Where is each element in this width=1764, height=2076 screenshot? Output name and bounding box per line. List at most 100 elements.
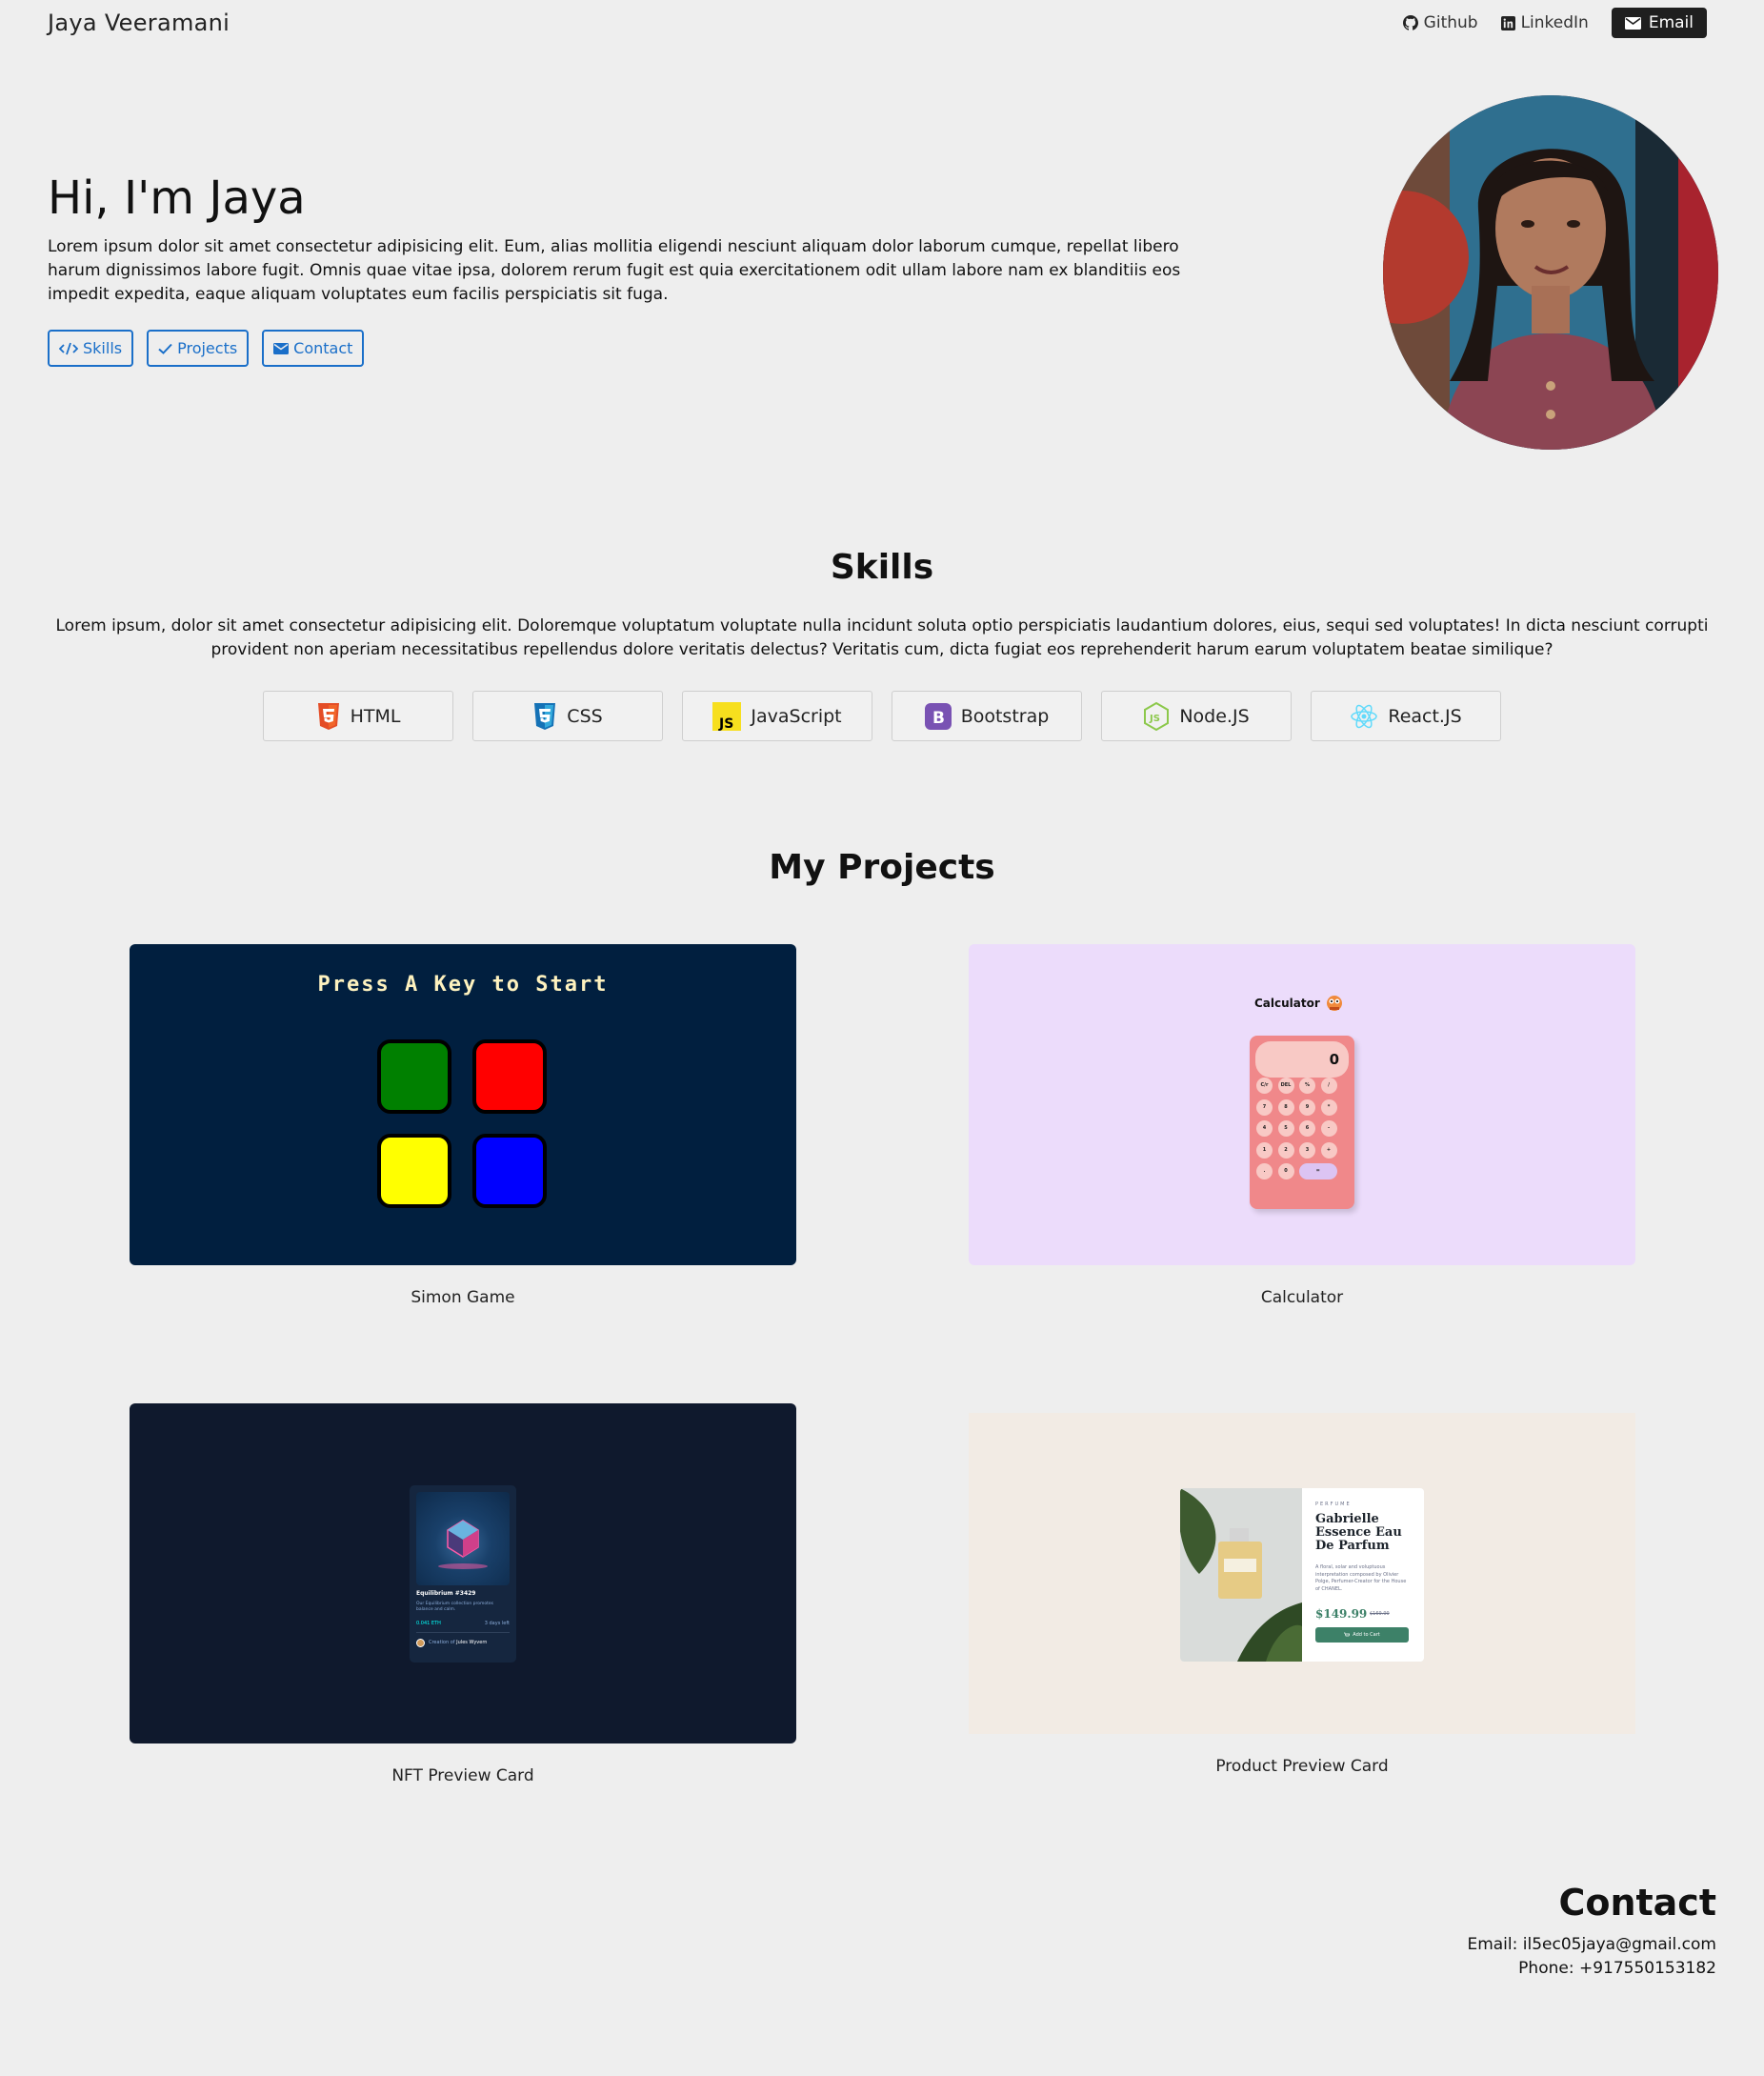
skill-reactjs[interactable]: React.JS (1311, 691, 1501, 741)
nft-creator-name: Jules Wyvern (456, 1640, 488, 1645)
product-description: A floral, solar and voluptuous interpret… (1315, 1564, 1407, 1592)
check-icon (158, 343, 172, 354)
skill-javascript[interactable]: JS JavaScript (682, 691, 872, 741)
project-preview[interactable]: Calculator 0 C/r DEL%/7 8 9 * 4 5 6-1 2 3 +. 0 = (969, 944, 1635, 1265)
project-card-calculator[interactable]: Calculator 0 C/r DEL%/7 8 9 * 4 5 6-1 2 3 +. 0 = Cal… (969, 944, 1635, 1307)
calculator-key: / (1320, 1078, 1337, 1094)
calculator-title: Calculator (1254, 992, 1345, 1015)
calculator-key: % (1299, 1078, 1315, 1094)
contact-button-label: Contact (293, 339, 353, 357)
contact-heading: Contact (1558, 1882, 1716, 1924)
simon-button-yellow (377, 1134, 451, 1208)
nft-cube-graphic (438, 1520, 488, 1569)
simon-button-red (472, 1039, 547, 1114)
perfume-bottle-graphic (1180, 1488, 1302, 1662)
project-preview[interactable]: Press A Key to Start (130, 944, 796, 1265)
skill-label: Node.JS (1179, 705, 1250, 727)
svg-text:JS: JS (1149, 714, 1160, 724)
navbar: Jaya Veeramani Github LinkedIn Email (0, 0, 1764, 48)
hero-buttons: Skills Projects Contact (48, 330, 365, 367)
email-button-label: Email (1648, 13, 1694, 32)
envelope-icon (1624, 16, 1641, 30)
svg-text:JS: JS (718, 716, 733, 731)
calculator-key: 0 (1277, 1163, 1294, 1179)
nft-price: 0.041 ETH (416, 1621, 441, 1626)
nft-creator-avatar (416, 1639, 425, 1647)
react-icon (1351, 704, 1378, 728)
calculator-key: . (1256, 1163, 1273, 1179)
calculator-key: 9 (1299, 1098, 1315, 1116)
calculator-key: - (1320, 1120, 1337, 1137)
projects-heading: My Projects (769, 848, 995, 887)
product-name: Gabrielle Essence Eau De Parfum (1315, 1512, 1402, 1553)
project-caption: NFT Preview Card (391, 1766, 534, 1785)
skill-html[interactable]: HTML (263, 691, 453, 741)
linkedin-icon (1500, 15, 1515, 30)
html5-icon (317, 702, 339, 730)
calculator-body: 0 C/r DEL%/7 8 9 * 4 5 6-1 2 3 +. 0 = (1250, 1036, 1354, 1209)
project-preview[interactable]: Equilibrium #3429 Our Equilibrium collec… (130, 1403, 796, 1743)
css3-icon (534, 702, 556, 730)
project-preview[interactable]: PERFUME Gabrielle Essence Eau De Parfum … (969, 1413, 1635, 1734)
project-caption: Product Preview Card (1215, 1757, 1389, 1776)
nft-description: Our Equilibrium collection promotes bala… (416, 1602, 493, 1612)
github-label: Github (1423, 13, 1478, 32)
calculator-key: + (1320, 1141, 1337, 1159)
email-button[interactable]: Email (1611, 8, 1707, 38)
calculator-key: 7 (1256, 1098, 1273, 1116)
linkedin-label: LinkedIn (1520, 13, 1589, 32)
calculator-key: * (1320, 1098, 1337, 1116)
calculator-key: C/r (1256, 1078, 1273, 1094)
calculator-key: DEL (1277, 1078, 1294, 1094)
nft-card: Equilibrium #3429 Our Equilibrium collec… (410, 1485, 516, 1663)
project-card-simon[interactable]: Press A Key to Start Simon Game (130, 944, 796, 1307)
calculator-display: 0 (1255, 1041, 1349, 1078)
js-icon: JS (712, 701, 742, 731)
project-card-product[interactable]: PERFUME Gabrielle Essence Eau De Parfum … (969, 1413, 1635, 1776)
calculator-key: 1 (1256, 1141, 1273, 1159)
hero-description: Lorem ipsum dolor sit amet consectetur a… (48, 237, 1181, 304)
calculator-key: 8 (1277, 1098, 1294, 1116)
cart-icon (1344, 1632, 1351, 1637)
github-icon (1402, 15, 1418, 30)
nft-time: 3 days left (484, 1621, 510, 1626)
calculator-key: 2 (1277, 1141, 1294, 1159)
hero-title: Hi, I'm Jaya (48, 171, 306, 225)
projects-button-label: Projects (177, 339, 238, 357)
skill-bootstrap[interactable]: B Bootstrap (892, 691, 1082, 741)
contact-email[interactable]: Email: il5ec05jaya@gmail.com (1467, 1935, 1716, 1954)
profile-photo (1383, 95, 1718, 450)
project-card-nft[interactable]: Equilibrium #3429 Our Equilibrium collec… (130, 1403, 796, 1785)
svg-text:B: B (932, 709, 945, 728)
skills-button[interactable]: Skills (48, 330, 134, 367)
product-category: PERFUME (1315, 1502, 1352, 1507)
nft-creator-prefix: Creation of (429, 1640, 455, 1645)
projects-button[interactable]: Projects (147, 330, 250, 367)
skills-heading: Skills (830, 548, 934, 587)
skill-css[interactable]: CSS (472, 691, 663, 741)
product-image (1180, 1488, 1302, 1662)
skills-description: Lorem ipsum, dolor sit amet consectetur … (55, 616, 1709, 659)
brand-name[interactable]: Jaya Veeramani (48, 10, 230, 36)
github-link[interactable]: Github (1402, 13, 1478, 32)
contact-button[interactable]: Contact (262, 330, 365, 367)
product-old-price: $169.99 (1370, 1611, 1390, 1617)
nft-title: Equilibrium #3429 (416, 1590, 476, 1597)
skills-button-label: Skills (83, 339, 123, 357)
calculator-title-text: Calculator (1254, 997, 1320, 1010)
skills-list: HTML CSS JS JavaScript B Bootstrap JS No… (263, 691, 1501, 741)
calculator-key: 4 (1256, 1120, 1273, 1137)
add-to-cart-button: Add to Cart (1315, 1627, 1409, 1643)
calculator-key: 3 (1299, 1141, 1315, 1159)
nav-links: Github LinkedIn Email (1402, 8, 1707, 38)
skill-label: Bootstrap (960, 705, 1050, 727)
nft-creator: Creation of Jules Wyvern (429, 1640, 487, 1645)
code-icon (59, 342, 78, 354)
bootstrap-icon: B (924, 702, 952, 730)
skill-label: HTML (350, 705, 401, 727)
contact-phone[interactable]: Phone: +917550153182 (1518, 1959, 1716, 1978)
linkedin-link[interactable]: LinkedIn (1500, 13, 1589, 32)
nodejs-icon: JS (1144, 701, 1170, 731)
skill-nodejs[interactable]: JS Node.JS (1101, 691, 1292, 741)
project-caption: Calculator (1260, 1288, 1344, 1307)
